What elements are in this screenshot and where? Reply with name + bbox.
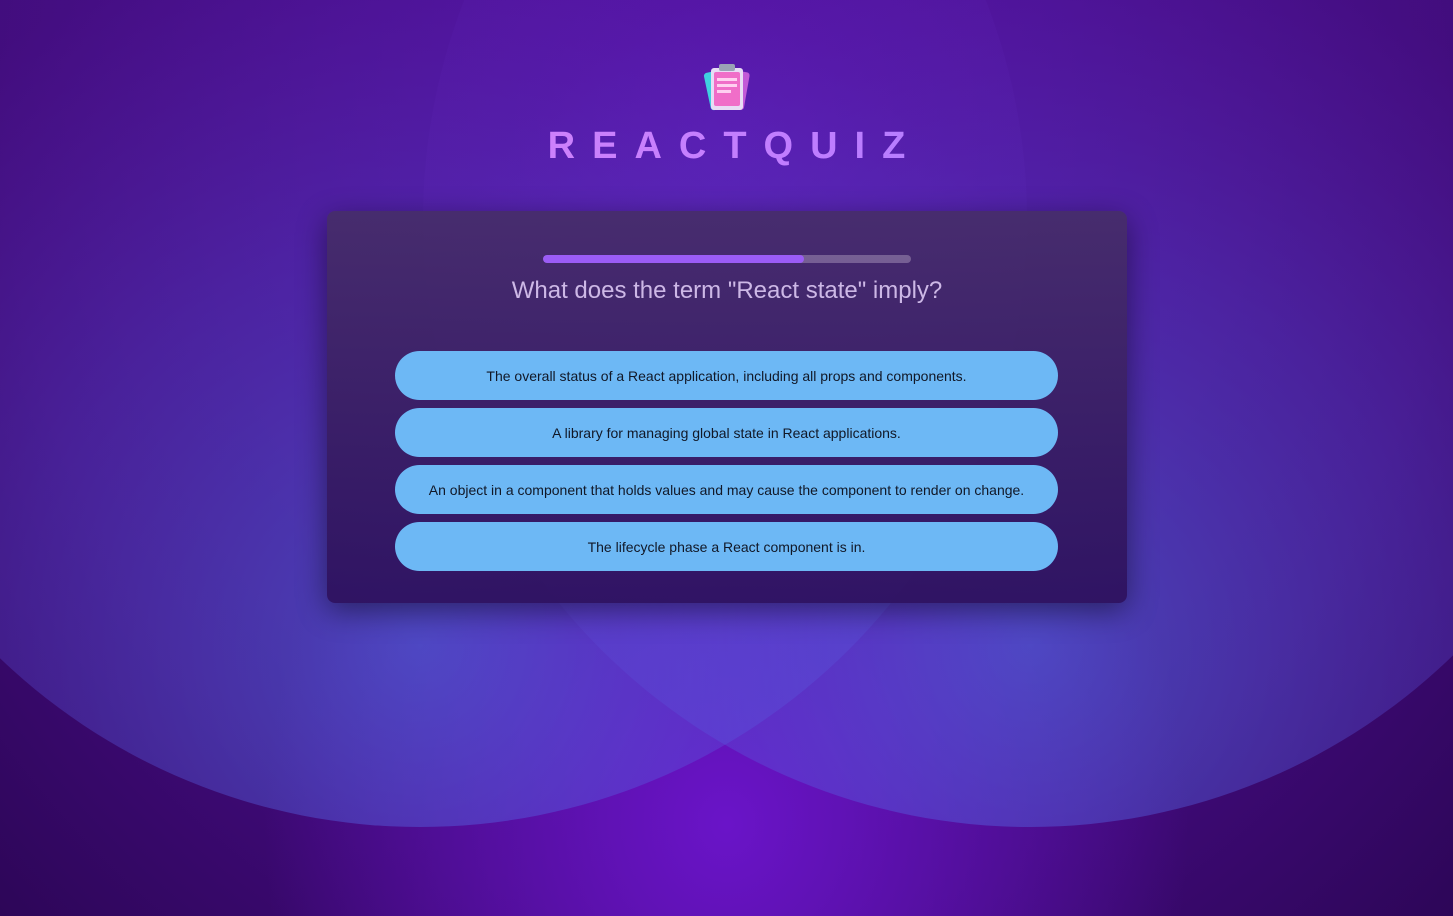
progress-bar [543,255,911,263]
answer-button-1[interactable]: The overall status of a React applicatio… [395,351,1058,400]
app-header: REACTQUIZ [0,58,1453,168]
answer-button-3[interactable]: An object in a component that holds valu… [395,465,1058,514]
app-title: REACTQUIZ [0,125,1453,168]
answer-button-4[interactable]: The lifecycle phase a React component is… [395,522,1058,571]
clipboard-icon [703,64,750,111]
progress-bar-fill [543,255,805,263]
question-text: What does the term "React state" imply? [511,277,943,304]
answer-list: The overall status of a React applicatio… [395,351,1058,579]
answer-button-2[interactable]: A library for managing global state in R… [395,408,1058,457]
quiz-card: What does the term "React state" imply? … [327,211,1127,603]
